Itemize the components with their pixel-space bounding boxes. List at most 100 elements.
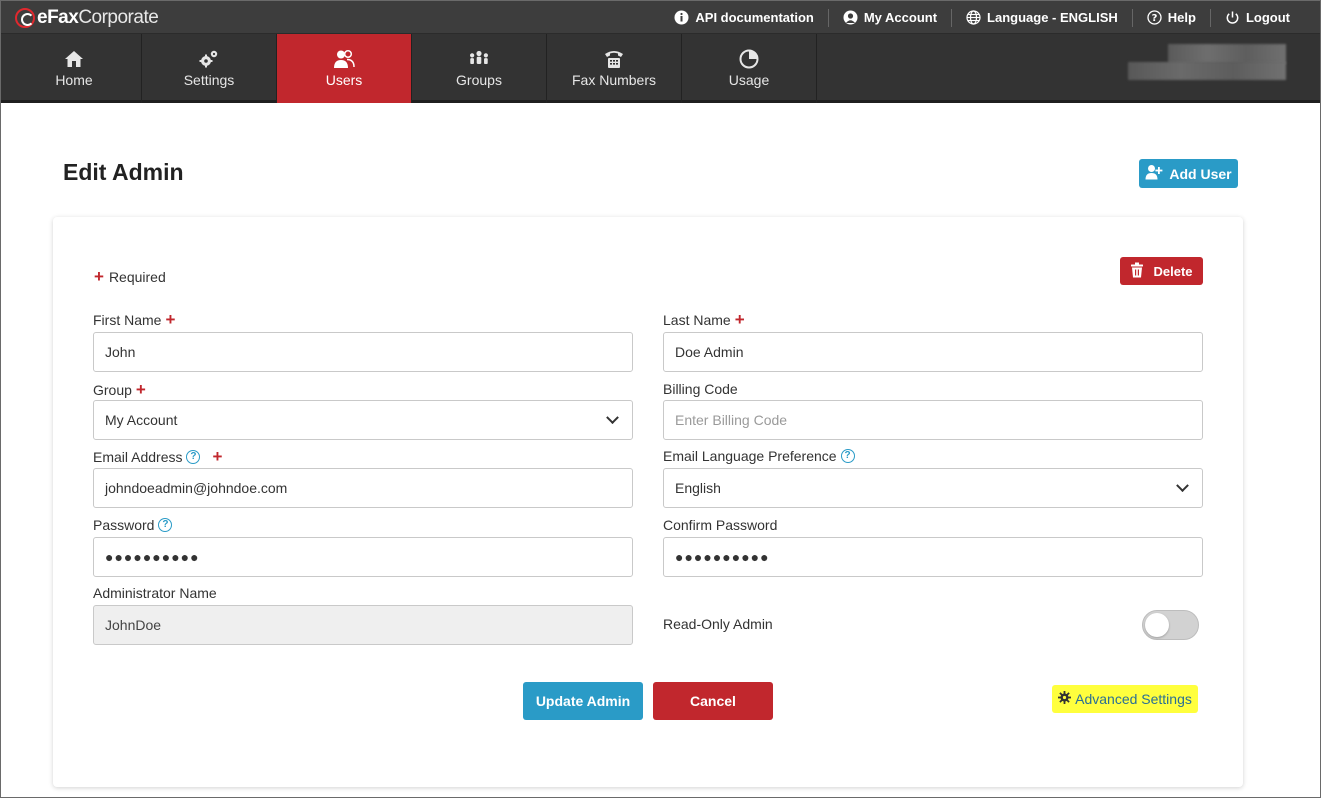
tab-home-label: Home bbox=[55, 72, 93, 88]
efax-logo[interactable]: eFax Corporate bbox=[15, 6, 159, 30]
last-name-label-text: Last Name bbox=[663, 311, 731, 328]
my-account-link[interactable]: My Account bbox=[829, 8, 953, 27]
last-name-value: Doe Admin bbox=[675, 344, 744, 360]
first-name-value: John bbox=[105, 344, 136, 360]
help-label: Help bbox=[1167, 10, 1196, 25]
gear-icon bbox=[1058, 691, 1072, 707]
group-value: My Account bbox=[105, 412, 178, 428]
tab-groups-label: Groups bbox=[456, 72, 502, 88]
my-account-label: My Account bbox=[863, 10, 938, 25]
read-only-admin-label-text: Read-Only Admin bbox=[663, 616, 773, 632]
efax-logo-mark-icon bbox=[15, 8, 35, 28]
tab-fax-numbers-label: Fax Numbers bbox=[571, 72, 657, 88]
help-question-icon[interactable]: ? bbox=[186, 449, 201, 464]
read-only-admin-toggle[interactable] bbox=[1142, 610, 1199, 640]
password-label: Password ? bbox=[93, 517, 173, 533]
account-icon bbox=[843, 10, 858, 25]
add-user-label: Add User bbox=[1169, 165, 1232, 182]
add-user-button[interactable]: Add User bbox=[1139, 159, 1238, 188]
email-input[interactable]: johndoeadmin@johndoe.com bbox=[93, 468, 633, 508]
email-language-label-text: Email Language Preference bbox=[663, 448, 837, 464]
api-documentation-label: API documentation bbox=[695, 10, 814, 25]
password-value: ●●●●●●●●●● bbox=[105, 549, 200, 565]
logo-text-light: Corporate bbox=[78, 7, 159, 28]
administrator-name-label: Administrator Name bbox=[93, 585, 217, 601]
first-name-input[interactable]: John bbox=[93, 332, 633, 372]
password-input[interactable]: ●●●●●●●●●● bbox=[93, 537, 633, 577]
email-language-select[interactable]: English bbox=[663, 468, 1203, 508]
group-label-text: Group bbox=[93, 381, 132, 398]
group-label: Group + bbox=[93, 381, 146, 398]
password-label-text: Password bbox=[93, 517, 155, 533]
help-question-icon[interactable]: ? bbox=[840, 449, 855, 463]
group-select[interactable]: My Account bbox=[93, 400, 633, 440]
administrator-name-label-text: Administrator Name bbox=[93, 585, 217, 601]
required-note-label: Required bbox=[108, 268, 166, 285]
billing-code-input[interactable]: Enter Billing Code bbox=[663, 400, 1203, 440]
required-plus-icon: + bbox=[734, 310, 745, 329]
email-language-value: English bbox=[675, 480, 721, 496]
trash-icon bbox=[1130, 262, 1144, 281]
confirm-password-input[interactable]: ●●●●●●●●●● bbox=[663, 537, 1203, 577]
help-question-icon[interactable]: ? bbox=[158, 518, 173, 532]
svg-text:?: ? bbox=[1151, 13, 1157, 24]
required-plus-icon: + bbox=[94, 267, 104, 286]
tab-usage-label: Usage bbox=[728, 72, 770, 88]
tab-groups[interactable]: Groups bbox=[412, 34, 547, 103]
tab-settings-label: Settings bbox=[183, 72, 235, 88]
page-title: Edit Admin bbox=[63, 159, 184, 185]
read-only-admin-label: Read-Only Admin bbox=[663, 616, 773, 632]
cancel-button[interactable]: Cancel bbox=[653, 682, 773, 720]
last-name-label: Last Name + bbox=[663, 311, 745, 328]
email-language-label: Email Language Preference ? bbox=[663, 448, 855, 464]
update-admin-button[interactable]: Update Admin bbox=[523, 682, 643, 720]
delete-button[interactable]: Delete bbox=[1120, 257, 1203, 285]
advanced-settings-link[interactable]: Advanced Settings bbox=[1052, 685, 1198, 713]
last-name-input[interactable]: Doe Admin bbox=[663, 332, 1203, 372]
logout-label: Logout bbox=[1245, 10, 1290, 25]
administrator-name-value: JohnDoe bbox=[105, 617, 162, 633]
advanced-settings-label: Advanced Settings bbox=[1075, 691, 1192, 707]
main-nav: Home Settings Users Groups Fax Numbers U… bbox=[1, 34, 1320, 103]
power-icon bbox=[1225, 10, 1240, 25]
confirm-password-label-text: Confirm Password bbox=[663, 517, 778, 533]
groups-icon bbox=[468, 49, 490, 69]
required-plus-icon: + bbox=[212, 447, 223, 466]
help-circle-icon: ? bbox=[1147, 10, 1162, 25]
tab-users-label: Users bbox=[325, 72, 363, 88]
language-label: Language - ENGLISH bbox=[987, 10, 1118, 25]
email-value: johndoeadmin@johndoe.com bbox=[105, 480, 288, 496]
first-name-label: First Name + bbox=[93, 311, 175, 328]
tab-users[interactable]: Users bbox=[277, 34, 412, 103]
chevron-down-icon bbox=[1176, 478, 1189, 492]
delete-label: Delete bbox=[1153, 263, 1193, 279]
language-selector[interactable]: Language - ENGLISH bbox=[952, 8, 1133, 27]
billing-code-placeholder: Enter Billing Code bbox=[675, 412, 788, 428]
tab-settings[interactable]: Settings bbox=[142, 34, 277, 103]
utility-nav: API documentation My Account Language - … bbox=[660, 1, 1290, 34]
add-user-icon bbox=[1145, 164, 1163, 183]
confirm-password-label: Confirm Password bbox=[663, 517, 777, 533]
fax-phone-icon bbox=[603, 49, 625, 69]
info-icon bbox=[674, 10, 689, 25]
top-utility-bar: eFax Corporate API documentation My Acco… bbox=[1, 1, 1320, 34]
required-plus-icon: + bbox=[165, 310, 176, 329]
administrator-name-input: JohnDoe bbox=[93, 605, 633, 645]
tab-home[interactable]: Home bbox=[7, 34, 142, 103]
home-icon bbox=[63, 49, 85, 69]
help-link[interactable]: ? Help bbox=[1133, 8, 1211, 27]
billing-code-label-text: Billing Code bbox=[663, 381, 738, 397]
redacted-account-info bbox=[1128, 44, 1286, 80]
logout-link[interactable]: Logout bbox=[1211, 9, 1290, 27]
api-documentation-link[interactable]: API documentation bbox=[660, 8, 829, 27]
globe-icon bbox=[966, 10, 981, 25]
toggle-knob bbox=[1145, 613, 1169, 637]
tab-fax-numbers[interactable]: Fax Numbers bbox=[547, 34, 682, 103]
required-note: + Required bbox=[94, 268, 166, 285]
gears-icon bbox=[198, 49, 220, 69]
tab-usage[interactable]: Usage bbox=[682, 34, 817, 103]
app-frame: eFax Corporate API documentation My Acco… bbox=[0, 0, 1321, 798]
logo-text-bold: eFax bbox=[37, 7, 79, 28]
first-name-label-text: First Name bbox=[93, 311, 162, 328]
required-plus-icon: + bbox=[135, 380, 146, 399]
